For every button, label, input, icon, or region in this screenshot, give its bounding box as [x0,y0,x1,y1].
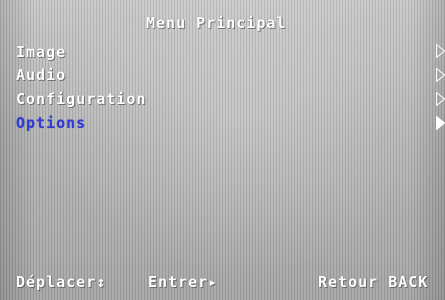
osd-screen: Menu Principal Image Audio Configuration… [0,0,445,300]
menu-item-audio[interactable]: Audio [16,66,66,84]
submenu-arrow-selected-icon [436,116,445,130]
menu-item-configuration[interactable]: Configuration [16,90,146,108]
menu-item-image[interactable]: Image [16,43,66,61]
footer-back-hint: Retour BACK [318,273,429,291]
footer-enter-hint: Entrer▸ [148,273,219,291]
submenu-arrow-icon [436,44,445,58]
footer-move-hint: Déplacer↕ [16,273,107,291]
menu-title: Menu Principal [146,14,287,32]
menu-item-options[interactable]: Options [16,114,86,132]
submenu-arrow-icon [436,92,445,106]
submenu-arrow-icon [436,68,445,82]
